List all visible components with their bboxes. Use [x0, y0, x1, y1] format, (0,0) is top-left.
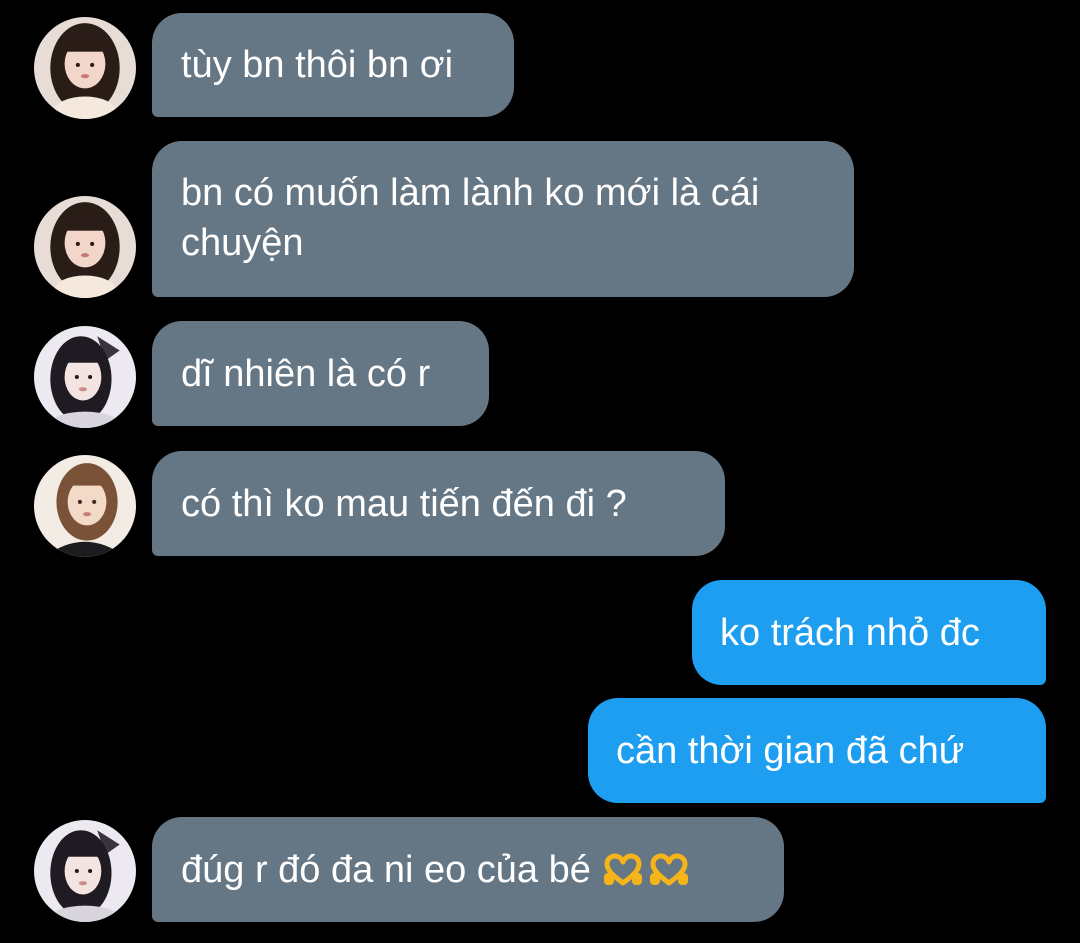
message-bubble-outgoing[interactable]: ko trách nhỏ đc [692, 580, 1046, 685]
message-bubble[interactable]: có thì ko mau tiến đến đi ? [152, 451, 725, 556]
message-text: tùy bn thôi bn ơi [181, 44, 454, 86]
message-bubble[interactable]: đúg r đó đa ni eo của bé [152, 817, 784, 922]
contact-a-avatar[interactable] [34, 17, 136, 119]
message-bubble[interactable]: dĩ nhiên là có r [152, 321, 489, 426]
message-bubble[interactable]: tùy bn thôi bn ơi [152, 13, 514, 117]
message-text: có thì ko mau tiến đến đi ? [181, 482, 627, 525]
message-text: cần thời gian đã chứ [616, 729, 965, 772]
contact-c-avatar[interactable] [34, 455, 136, 557]
contact-b-avatar[interactable] [34, 820, 136, 922]
message-bubble[interactable]: bn có muốn làm lành ko mới là cái chuyện [152, 141, 854, 297]
heart-hands-emoji [601, 853, 645, 887]
chat-thread: tùy bn thôi bn ơi bn có muốn làm lành ko… [0, 0, 1080, 943]
message-bubble-outgoing[interactable]: cần thời gian đã chứ [588, 698, 1046, 803]
contact-a-avatar[interactable] [34, 196, 136, 298]
message-text: đúg r đó đa ni eo của bé [181, 848, 591, 891]
message-text: bn có muốn làm lành ko mới là cái chuyện [181, 172, 760, 264]
message-text: dĩ nhiên là có r [181, 352, 431, 395]
heart-hands-emoji [647, 853, 691, 887]
message-text: ko trách nhỏ đc [720, 611, 980, 654]
contact-b-avatar[interactable] [34, 326, 136, 428]
